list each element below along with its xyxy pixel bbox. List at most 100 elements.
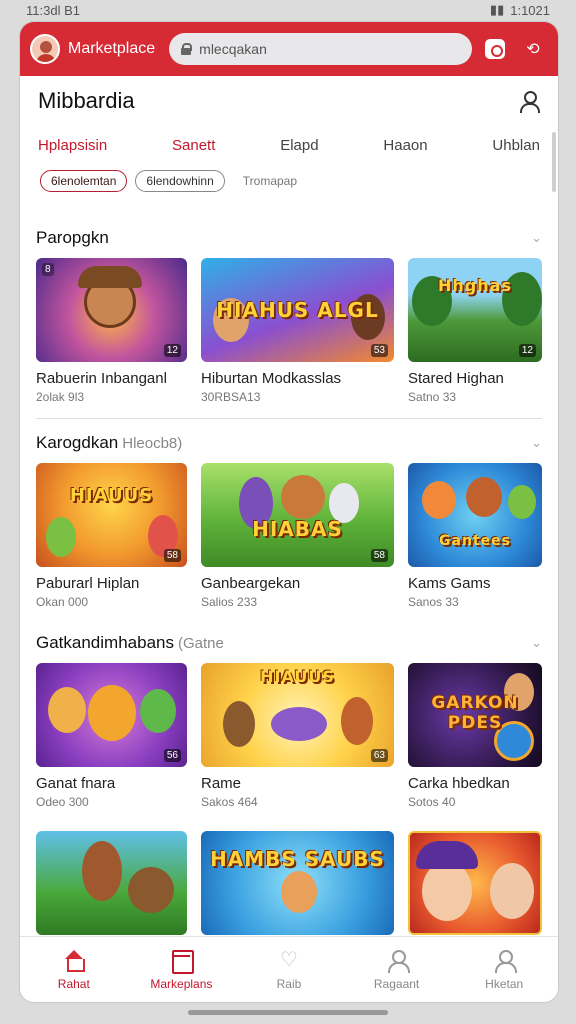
nav-item-profile[interactable]: Hketan [459,949,549,991]
card-meta: Sakos 464 [201,795,258,809]
card-tag: 63 [370,749,388,762]
card-title: Carka hbedkan [408,775,510,792]
section-subtitle: Hleocb8) [122,435,183,452]
filter-chip-2[interactable]: Tromapap [233,170,307,192]
filter-chip-0[interactable]: 6lenolemtan [40,170,128,192]
card-meta: Okan 000 [36,595,89,609]
game-card[interactable]: HIAHUS ALGL 53 Hiburtan Modkasslas 30RBS… [201,258,394,404]
card-title: Kams Gams [408,575,491,592]
game-card[interactable]: HIAUUS 58 Paburarl Hiplan Okan 000 [36,463,187,609]
filter-chip-1[interactable]: 6lendowhinn [135,170,225,192]
card-row: 56 Ganat fnara Odeo 300 HIAUUS 63 Rame S… [36,663,542,809]
section-title: Karogdkan [36,433,119,452]
game-thumbnail: HIAUUS 63 [201,663,394,767]
home-indicator[interactable] [188,1010,388,1015]
game-thumbnail [408,831,542,935]
character-figure [422,861,472,921]
section-header[interactable]: Paropgkn ⌄ [36,218,542,258]
section-1: Karogdkan Hleocb8) ⌄ HIAUUS 58 Paburarl H… [20,423,558,609]
character-hat [416,841,478,869]
card-title: Rabuerin Inbanganl [36,370,167,387]
card-tag: 56 [163,749,181,762]
content-feed: Paropgkn ⌄ 8 12 Rabuerin Inbanganl 2olak… [20,218,558,935]
card-title: Hiburtan Modkasslas [201,370,342,387]
game-card[interactable]: Gantees Kams Gams Sanos 33 [408,463,542,609]
status-time: 11:3dl B1 [26,2,80,18]
tabs-button[interactable] [480,34,510,64]
nav-item-favorites[interactable]: ♡ Raib [244,949,334,991]
card-tag: 12 [163,344,181,357]
chevron-down-icon[interactable]: ⌄ [531,230,542,246]
lock-icon [181,43,193,55]
user-icon[interactable] [518,90,540,113]
chevron-down-icon[interactable]: ⌄ [531,635,542,651]
game-thumbnail [36,831,187,935]
card-art-text: Hhghas [438,276,512,295]
game-card[interactable]: HIABAS 58 Ganbeargekan Salios 233 [201,463,394,609]
brand-label: Marketplace [68,40,156,57]
card-meta: Salios 233 [201,595,258,609]
character-figure [140,689,176,733]
card-badge: 8 [42,263,54,276]
tab-0[interactable]: Hplapsisin [38,137,107,154]
game-card[interactable] [36,831,187,935]
nav-item-marketplace[interactable]: Markeplans [136,949,226,991]
card-row: HIAUUS 58 Paburarl Hiplan Okan 000 HIABA… [36,463,542,609]
nav-label: Hketan [485,976,524,991]
character-figure [490,863,534,919]
nav-label: Rahat [57,976,90,991]
character-figure [88,685,136,741]
card-title: Rame [201,775,242,792]
section-header[interactable]: Gatkandimhabans (Gatne ⌄ [36,623,542,663]
status-bar: 11:3dl B1 ▮▮ 1:1021 [0,0,576,20]
game-card[interactable]: HIAUUS 63 Rame Sakos 464 [201,663,394,809]
heart-icon: ♡ [280,948,298,971]
section-header[interactable]: Karogdkan Hleocb8) ⌄ [36,423,542,463]
section-divider [36,418,542,419]
page-header: Mibbardia [20,76,558,126]
card-meta: 30RBSA13 [201,390,261,404]
game-thumbnail: 56 [36,663,187,767]
tabs-icon [485,39,505,59]
address-input[interactable] [199,41,460,57]
section-0: Paropgkn ⌄ 8 12 Rabuerin Inbanganl 2olak… [20,218,558,404]
tab-3[interactable]: Haaon [383,137,427,154]
character-figure [281,475,325,519]
nav-item-account[interactable]: Ragaant [352,949,442,991]
menu-button[interactable]: ⟲ [518,34,548,64]
game-thumbnail: GARKON PDES [408,663,542,767]
game-thumbnail: Hhghas 12 [408,258,542,362]
game-thumbnail: HIAHUS ALGL 53 [201,258,394,362]
game-card[interactable]: 8 12 Rabuerin Inbanganl 2olak 9l3 [36,258,187,404]
nav-item-home[interactable]: Rahat [29,949,119,991]
tab-1[interactable]: Sanett [172,137,215,154]
card-art-text: HIAUUS [69,485,154,506]
game-thumbnail: HAMBS SAUBS [201,831,394,935]
card-meta: Odeo 300 [36,795,89,809]
card-tag: 12 [518,344,536,357]
tab-4[interactable]: Uhblan [492,137,540,154]
card-meta: Sanos 33 [408,595,459,609]
character-figure [223,701,255,747]
game-card[interactable]: GARKON PDES Carka hbedkan Sotos 40 [408,663,542,809]
refresh-icon: ⟲ [526,41,540,58]
card-tag: 58 [370,549,388,562]
character-figure [508,485,536,519]
game-card[interactable]: Hhghas 12 Stared Highan Satno 33 [408,258,542,404]
character-figure [48,687,86,733]
card-art-text: HAMBS SAUBS [210,847,385,871]
tab-2[interactable]: Elapd [280,137,318,154]
card-meta: Satno 33 [408,390,457,404]
address-bar[interactable] [169,33,472,65]
avatar[interactable] [30,34,60,64]
game-card[interactable] [408,831,542,935]
card-title: Ganbeargekan [201,575,301,592]
game-card[interactable]: 56 Ganat fnara Odeo 300 [36,663,187,809]
chevron-down-icon[interactable]: ⌄ [531,435,542,451]
page-title: Mibbardia [38,88,135,113]
scrollbar[interactable] [552,132,556,192]
game-card[interactable]: HAMBS SAUBS [201,831,394,935]
card-tag: 53 [370,344,388,357]
card-meta: Sotos 40 [408,795,456,809]
section-2: Gatkandimhabans (Gatne ⌄ 56 Ganat fnara O… [20,623,558,809]
